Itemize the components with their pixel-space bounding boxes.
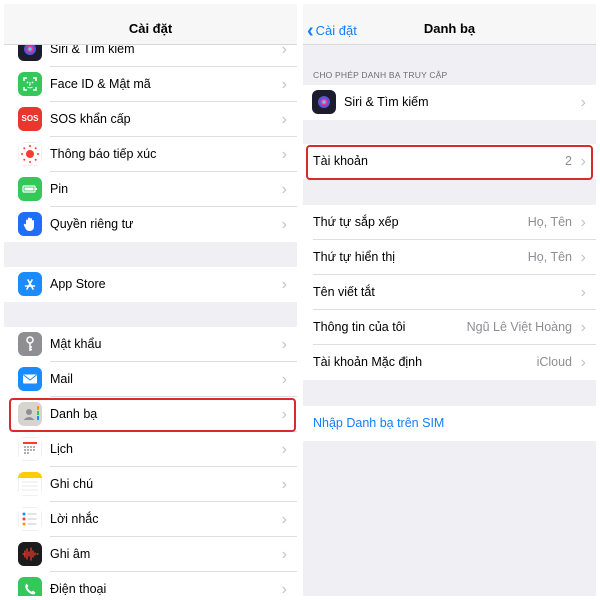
face-id-icon xyxy=(18,72,42,96)
row-value: iCloud xyxy=(536,355,572,369)
contacts-siri-search-row[interactable]: Siri & Tìm kiếm › xyxy=(303,85,596,120)
import-sim-contacts-button[interactable]: Nhập Danh bạ trên SIM xyxy=(303,406,596,441)
chevron-right-icon: › xyxy=(281,181,287,198)
settings-item-contacts[interactable]: Danh bạ › xyxy=(4,397,297,432)
row-value: Họ, Tên xyxy=(527,250,572,264)
row-label: Thứ tự sắp xếp xyxy=(313,215,399,229)
sort-order-row[interactable]: Thứ tự sắp xếp Họ, Tên › xyxy=(303,205,596,240)
settings-item-sos[interactable]: SOS SOS khẩn cấp › xyxy=(4,102,297,137)
settings-item-reminders[interactable]: Lời nhắc › xyxy=(4,502,297,537)
settings-item-notes[interactable]: Ghi chú › xyxy=(4,467,297,502)
calendar-icon xyxy=(18,437,42,461)
reminders-icon xyxy=(18,507,42,531)
chevron-right-icon: › xyxy=(281,336,287,353)
chevron-right-icon: › xyxy=(281,406,287,423)
settings-item-label: Ghi chú xyxy=(50,477,94,491)
notes-icon xyxy=(18,472,42,496)
page-title: Cài đặt xyxy=(128,21,173,36)
phone-icon xyxy=(18,577,42,596)
row-value: Ngũ Lê Việt Hoàng xyxy=(466,320,572,334)
mail-icon xyxy=(18,367,42,391)
chevron-right-icon: › xyxy=(281,441,287,458)
settings-item-label: Mật khẩu xyxy=(50,337,102,351)
key-icon xyxy=(18,332,42,356)
chevron-right-icon: › xyxy=(580,94,586,111)
chevron-right-icon: › xyxy=(580,354,586,371)
row-label: Tài khoản Mặc định xyxy=(313,355,423,369)
page-title: Danh bạ xyxy=(423,21,476,36)
settings-item-label: Điện thoại xyxy=(50,582,107,596)
exposure-notification-icon xyxy=(18,142,42,166)
section-header: CHO PHÉP DANH BẠ TRUY CẬP xyxy=(313,70,448,80)
default-account-row[interactable]: Tài khoản Mặc định iCloud › xyxy=(303,345,596,380)
chevron-right-icon: › xyxy=(580,214,586,231)
chevron-right-icon: › xyxy=(281,511,287,528)
sos-icon: SOS xyxy=(18,107,42,131)
contacts-navbar: ‹ Cài đặt Danh bạ xyxy=(303,4,596,45)
app-store-icon xyxy=(18,272,42,296)
accounts-count: 2 xyxy=(565,154,572,168)
chevron-right-icon: › xyxy=(281,546,287,563)
siri-icon xyxy=(312,90,336,114)
privacy-hand-icon xyxy=(18,212,42,236)
chevron-right-icon: › xyxy=(580,153,586,170)
settings-item-label: Lịch xyxy=(50,442,73,456)
chevron-right-icon: › xyxy=(281,476,287,493)
settings-item-label: Face ID & Mật mã xyxy=(50,77,151,91)
chevron-right-icon: › xyxy=(281,216,287,233)
settings-item-label: Quyền riêng tư xyxy=(50,217,134,231)
sos-icon-text: SOS xyxy=(21,114,39,123)
chevron-right-icon: › xyxy=(281,276,287,293)
chevron-right-icon: › xyxy=(281,76,287,93)
settings-item-exposure[interactable]: Thông báo tiếp xúc › xyxy=(4,137,297,172)
settings-item-passwords[interactable]: Mật khẩu › xyxy=(4,327,297,362)
row-label: Nhập Danh bạ trên SIM xyxy=(313,416,445,430)
row-value: Họ, Tên xyxy=(527,215,572,229)
contacts-settings-panel: ‹ Cài đặt Danh bạ CHO PHÉP DANH BẠ TRUY C… xyxy=(303,4,596,596)
row-label: Thông tin của tôi xyxy=(313,320,406,334)
chevron-right-icon: › xyxy=(281,146,287,163)
chevron-right-icon: › xyxy=(580,319,586,336)
chevron-right-icon: › xyxy=(281,111,287,128)
chevron-right-icon: › xyxy=(281,581,287,596)
accounts-row[interactable]: Tài khoản 2 › xyxy=(303,144,596,179)
voice-memos-icon xyxy=(18,542,42,566)
settings-item-label: Mail xyxy=(50,372,73,386)
settings-item-battery[interactable]: Pin › xyxy=(4,172,297,207)
display-order-row[interactable]: Thứ tự hiển thị Họ, Tên › xyxy=(303,240,596,275)
row-label: Siri & Tìm kiếm xyxy=(344,95,429,109)
contacts-icon xyxy=(18,402,42,426)
settings-navbar: Cài đặt xyxy=(4,4,297,45)
settings-item-label: SOS khẩn cấp xyxy=(50,112,131,126)
settings-item-label: Ghi âm xyxy=(50,547,91,561)
settings-item-label: Pin xyxy=(50,182,69,196)
row-label: Thứ tự hiển thị xyxy=(313,250,396,264)
settings-item-mail[interactable]: Mail › xyxy=(4,362,297,397)
chevron-right-icon: › xyxy=(580,249,586,266)
settings-item-label: Danh bạ xyxy=(50,407,98,421)
settings-item-label: App Store xyxy=(50,277,106,291)
settings-item-calendar[interactable]: Lịch › xyxy=(4,432,297,467)
settings-item-privacy[interactable]: Quyền riêng tư › xyxy=(4,207,297,242)
row-label: Tài khoản xyxy=(313,154,368,168)
chevron-right-icon: › xyxy=(281,371,287,388)
settings-item-face-id[interactable]: Face ID & Mật mã › xyxy=(4,67,297,102)
battery-icon xyxy=(18,177,42,201)
my-info-row[interactable]: Thông tin của tôi Ngũ Lê Việt Hoàng › xyxy=(303,310,596,345)
settings-panel: Cài đặt Siri & Tìm kiếm › Face ID & Mật … xyxy=(4,4,297,596)
short-name-row[interactable]: Tên viết tắt › xyxy=(303,275,596,310)
settings-item-voice-memos[interactable]: Ghi âm › xyxy=(4,537,297,572)
chevron-right-icon: › xyxy=(580,284,586,301)
settings-item-phone[interactable]: Điện thoại › xyxy=(4,572,297,596)
row-label: Tên viết tắt xyxy=(313,285,375,299)
settings-item-app-store[interactable]: App Store › xyxy=(4,267,297,302)
settings-item-label: Thông báo tiếp xúc xyxy=(50,147,157,161)
settings-item-label: Lời nhắc xyxy=(50,512,99,526)
